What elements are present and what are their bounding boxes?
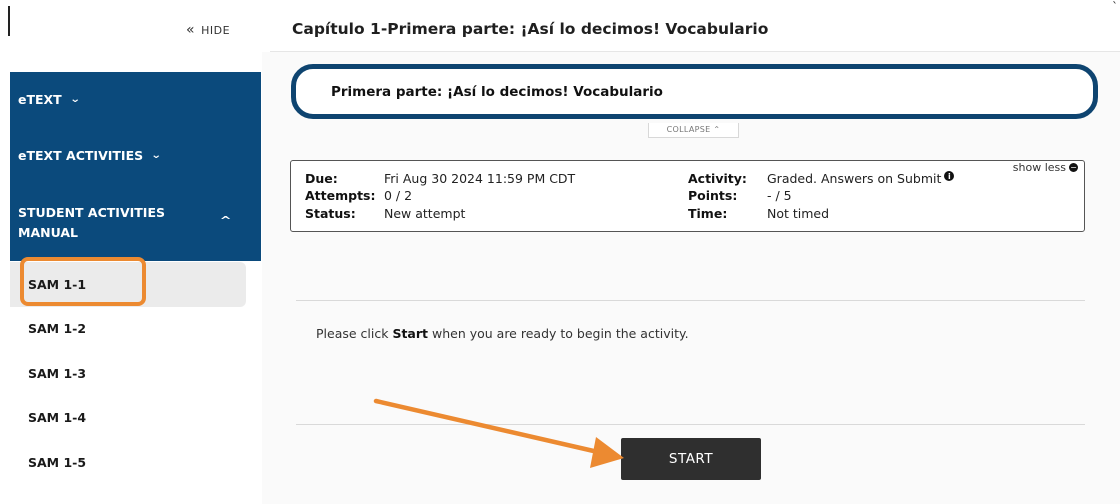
- instruction-after: when you are ready to begin the activity…: [428, 326, 689, 341]
- show-less-toggle[interactable]: show less −: [1013, 161, 1078, 174]
- start-button[interactable]: START: [621, 438, 761, 480]
- sam-item-label: SAM 1-3: [28, 365, 87, 381]
- sidebar-item-etext-activities[interactable]: eTEXT ACTIVITIES ⌄: [18, 148, 162, 163]
- content-divider-bottom: [296, 424, 1085, 425]
- sidebar-item-label: eTEXT: [18, 92, 62, 107]
- instruction-before: Please click: [316, 326, 393, 341]
- chevron-up-icon: ^: [219, 214, 232, 227]
- page-title: Capítulo 1-Primera parte: ¡Así lo decimo…: [292, 20, 769, 38]
- sidebar-item-label-line1: STUDENT ACTIVITIES: [18, 205, 166, 220]
- points-label: Points:: [688, 188, 738, 203]
- due-label: Due:: [305, 171, 338, 186]
- sidebar-item-sam-1-3[interactable]: SAM 1-3: [10, 351, 261, 396]
- sam-item-label: SAM 1-5: [28, 454, 87, 470]
- content-divider-top: [296, 300, 1085, 301]
- collapse-button[interactable]: COLLAPSE ⌃: [648, 123, 739, 138]
- show-less-label: show less: [1012, 161, 1066, 174]
- sidebar-item-etext[interactable]: eTEXT ⌄: [18, 92, 81, 107]
- banner-title: Primera parte: ¡Así lo decimos! Vocabula…: [331, 83, 663, 100]
- sidebar-item-label-line2: MANUAL: [18, 225, 78, 240]
- minus-circle-icon: −: [1069, 163, 1078, 172]
- chevron-down-icon: ⌄: [150, 150, 162, 161]
- info-icon[interactable]: i: [944, 171, 955, 181]
- activity-banner: Primera parte: ¡Así lo decimos! Vocabula…: [291, 64, 1098, 119]
- title-divider: [270, 51, 1120, 52]
- points-value: - / 5: [767, 188, 792, 203]
- activity-info-panel: show less − Due: Fri Aug 30 2024 11:59 P…: [290, 160, 1085, 232]
- annotation-highlight-box: [20, 257, 146, 306]
- close-icon[interactable]: ˋ: [1112, 0, 1118, 14]
- status-label: Status:: [305, 206, 356, 221]
- time-value: Not timed: [767, 206, 830, 221]
- sam-item-label: SAM 1-2: [28, 321, 87, 337]
- sam-item-label: SAM 1-4: [28, 410, 87, 426]
- activity-label: Activity:: [688, 171, 747, 186]
- instruction-bold: Start: [392, 326, 429, 341]
- start-button-label: START: [668, 451, 714, 467]
- window-edge: [8, 6, 10, 36]
- sidebar-item-sam-1-5[interactable]: SAM 1-5: [10, 440, 261, 485]
- sidebar-item-student-activities-manual[interactable]: STUDENT ACTIVITIES MANUAL ^: [18, 203, 248, 243]
- activity-value: Graded. Answers on Submit: [767, 171, 942, 186]
- status-value: New attempt: [384, 206, 466, 221]
- double-chevron-left-icon: «: [186, 22, 196, 38]
- chevron-down-icon: ⌄: [69, 94, 81, 105]
- main-content-area: [262, 52, 1120, 504]
- sidebar-item-sam-1-4[interactable]: SAM 1-4: [10, 396, 261, 441]
- sidebar-item-label: eTEXT ACTIVITIES: [18, 148, 144, 163]
- double-chevron-up-icon: ⌃: [713, 125, 721, 134]
- due-value: Fri Aug 30 2024 11:59 PM CDT: [384, 171, 576, 186]
- attempts-value: 0 / 2: [384, 188, 413, 203]
- time-label: Time:: [688, 206, 728, 221]
- hide-sidebar-button[interactable]: « HIDE: [186, 22, 231, 38]
- attempts-label: Attempts:: [305, 188, 376, 203]
- sidebar-item-sam-1-2[interactable]: SAM 1-2: [10, 307, 261, 352]
- hide-label: HIDE: [201, 24, 231, 37]
- collapse-label: COLLAPSE: [666, 125, 711, 134]
- instruction-text: Please click Start when you are ready to…: [316, 326, 689, 341]
